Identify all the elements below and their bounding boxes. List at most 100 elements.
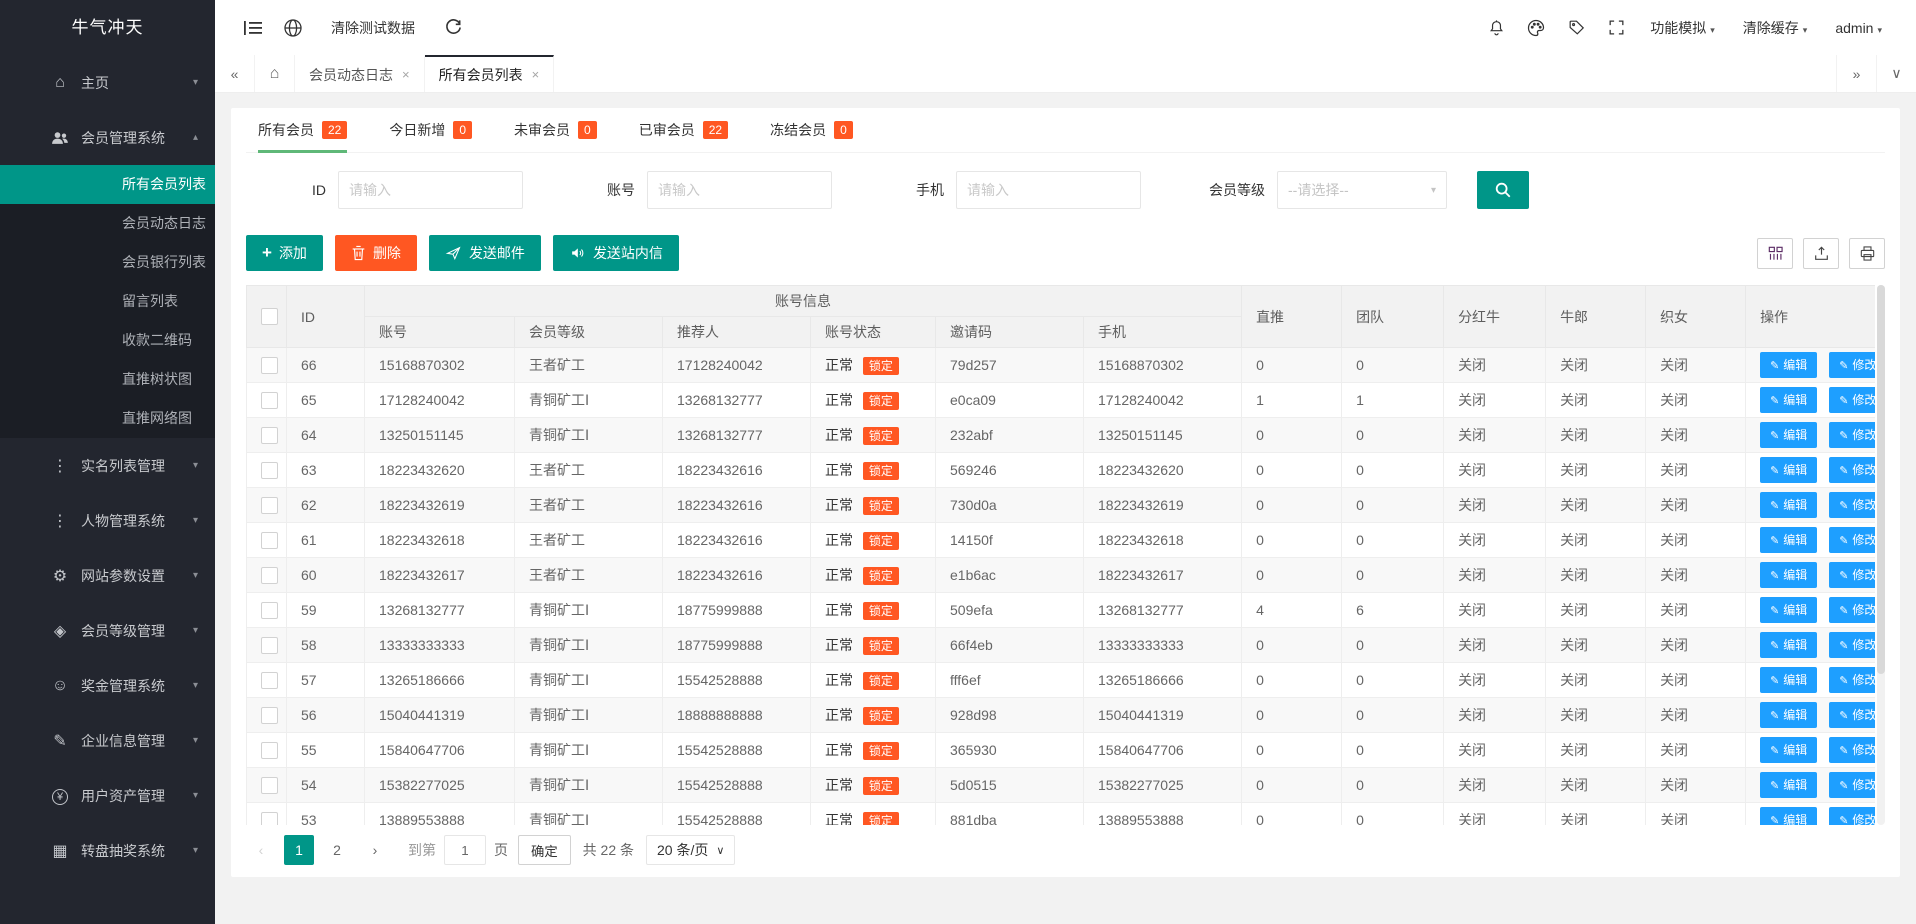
edit-button[interactable]: ✎编辑 (1760, 702, 1817, 728)
edit-button[interactable]: ✎编辑 (1760, 632, 1817, 658)
row-checkbox[interactable] (261, 672, 278, 689)
lock-badge[interactable]: 锁定 (863, 392, 899, 410)
page-1-button[interactable]: 1 (284, 835, 314, 865)
sidebar-item-referral-tree[interactable]: 直推树状图 (0, 360, 215, 399)
function-sim-dropdown[interactable]: 功能模拟▾ (1636, 18, 1729, 38)
change-level-button[interactable]: ✎修改等级 (1829, 772, 1875, 798)
tag-icon[interactable] (1556, 0, 1596, 55)
home-tab[interactable]: ⌂ (255, 55, 295, 92)
sidebar-item-people-management[interactable]: ⋮ 人物管理系统 ▾ (0, 493, 215, 548)
tabs-scroll-left-icon[interactable]: « (215, 55, 255, 92)
filter-tab[interactable]: 冻结会员 0 (770, 108, 853, 152)
edit-button[interactable]: ✎编辑 (1760, 807, 1817, 825)
sidebar-item-payment-qrcode[interactable]: 收款二维码 (0, 321, 215, 360)
edit-button[interactable]: ✎编辑 (1760, 457, 1817, 483)
lock-badge[interactable]: 锁定 (863, 532, 899, 550)
clear-cache-dropdown[interactable]: 清除缓存▾ (1729, 18, 1822, 38)
change-level-button[interactable]: ✎修改等级 (1829, 527, 1875, 553)
edit-button[interactable]: ✎编辑 (1760, 597, 1817, 623)
change-level-button[interactable]: ✎修改等级 (1829, 597, 1875, 623)
lock-badge[interactable]: 锁定 (863, 812, 899, 825)
lock-badge[interactable]: 锁定 (863, 462, 899, 480)
lock-badge[interactable]: 锁定 (863, 637, 899, 655)
lock-badge[interactable]: 锁定 (863, 707, 899, 725)
row-checkbox[interactable] (261, 777, 278, 794)
sidebar-item-member-banks[interactable]: 会员银行列表 (0, 243, 215, 282)
lock-badge[interactable]: 锁定 (863, 567, 899, 585)
change-level-button[interactable]: ✎修改等级 (1829, 737, 1875, 763)
account-input[interactable] (647, 171, 832, 209)
fullscreen-icon[interactable] (1596, 0, 1636, 55)
select-all-checkbox[interactable] (261, 308, 278, 325)
lock-badge[interactable]: 锁定 (863, 427, 899, 445)
tab-member-logs[interactable]: 会员动态日志 × (295, 55, 425, 92)
sidebar-item-user-assets[interactable]: ¥ 用户资产管理 ▾ (0, 768, 215, 823)
lock-badge[interactable]: 锁定 (863, 777, 899, 795)
lock-badge[interactable]: 锁定 (863, 672, 899, 690)
change-level-button[interactable]: ✎修改等级 (1829, 702, 1875, 728)
user-dropdown[interactable]: admin▾ (1821, 20, 1896, 36)
send-mail-button[interactable]: 发送邮件 (429, 235, 541, 271)
row-checkbox[interactable] (261, 497, 278, 514)
id-input[interactable] (338, 171, 523, 209)
prev-page-icon[interactable]: ‹ (246, 835, 276, 865)
sidebar-item-realname-list[interactable]: ⋮ 实名列表管理 ▾ (0, 438, 215, 493)
change-level-button[interactable]: ✎修改等级 (1829, 387, 1875, 413)
sidebar-item-home[interactable]: ⌂ 主页 ▾ (0, 55, 215, 110)
sidebar-item-all-members[interactable]: 所有会员列表 (0, 165, 215, 204)
change-level-button[interactable]: ✎修改等级 (1829, 352, 1875, 378)
send-message-button[interactable]: 发送站内信 (553, 235, 679, 271)
change-level-button[interactable]: ✎修改等级 (1829, 492, 1875, 518)
row-checkbox[interactable] (261, 812, 278, 826)
row-checkbox[interactable] (261, 427, 278, 444)
page-2-button[interactable]: 2 (322, 835, 352, 865)
sidebar-item-site-settings[interactable]: ⚙ 网站参数设置 ▾ (0, 548, 215, 603)
sidebar-item-messages[interactable]: 留言列表 (0, 282, 215, 321)
sidebar-item-member-levels[interactable]: ◈ 会员等级管理 ▾ (0, 603, 215, 658)
sidebar-item-referral-network[interactable]: 直推网络图 (0, 399, 215, 438)
lock-badge[interactable]: 锁定 (863, 602, 899, 620)
search-button[interactable] (1477, 171, 1529, 209)
edit-button[interactable]: ✎编辑 (1760, 667, 1817, 693)
delete-button[interactable]: 删除 (335, 235, 417, 271)
change-level-button[interactable]: ✎修改等级 (1829, 457, 1875, 483)
theme-palette-icon[interactable] (1516, 0, 1556, 55)
filter-tab[interactable]: 未审会员 0 (514, 108, 597, 152)
bell-icon[interactable] (1476, 0, 1516, 55)
sidebar-item-lottery-system[interactable]: ▦ 转盘抽奖系统 ▾ (0, 823, 215, 878)
edit-button[interactable]: ✎编辑 (1760, 772, 1817, 798)
sidebar-item-member-management[interactable]: 会员管理系统 ▴ (0, 110, 215, 165)
sidebar-fold-icon[interactable] (233, 0, 273, 55)
row-checkbox[interactable] (261, 357, 278, 374)
print-button[interactable] (1849, 238, 1885, 269)
sidebar-item-bonus-management[interactable]: ☺ 奖金管理系统 ▾ (0, 658, 215, 713)
export-button[interactable] (1803, 238, 1839, 269)
refresh-icon[interactable] (433, 0, 473, 55)
phone-input[interactable] (956, 171, 1141, 209)
edit-button[interactable]: ✎编辑 (1760, 352, 1817, 378)
goto-confirm-button[interactable]: 确定 (518, 835, 571, 865)
filter-tab[interactable]: 今日新增 0 (389, 108, 472, 152)
add-button[interactable]: + 添加 (246, 235, 323, 271)
filter-tab[interactable]: 所有会员 22 (258, 108, 347, 152)
lock-badge[interactable]: 锁定 (863, 497, 899, 515)
change-level-button[interactable]: ✎修改等级 (1829, 632, 1875, 658)
change-level-button[interactable]: ✎修改等级 (1829, 562, 1875, 588)
filter-tab[interactable]: 已审会员 22 (639, 108, 728, 152)
change-level-button[interactable]: ✎修改等级 (1829, 422, 1875, 448)
table-scrollbar[interactable] (1877, 285, 1885, 825)
edit-button[interactable]: ✎编辑 (1760, 527, 1817, 553)
row-checkbox[interactable] (261, 637, 278, 654)
row-checkbox[interactable] (261, 567, 278, 584)
edit-button[interactable]: ✎编辑 (1760, 737, 1817, 763)
level-select[interactable]: --请选择-- ▾ (1277, 171, 1447, 209)
sidebar-item-member-logs[interactable]: 会员动态日志 (0, 204, 215, 243)
tabs-menu-icon[interactable]: ∨ (1876, 55, 1916, 92)
globe-icon[interactable] (273, 0, 313, 55)
page-size-select[interactable]: 20 条/页 ∨ (646, 835, 735, 865)
change-level-button[interactable]: ✎修改等级 (1829, 807, 1875, 825)
close-icon[interactable]: × (532, 67, 540, 82)
row-checkbox[interactable] (261, 602, 278, 619)
tabs-scroll-right-icon[interactable]: » (1836, 55, 1876, 92)
column-settings-button[interactable] (1757, 238, 1793, 269)
